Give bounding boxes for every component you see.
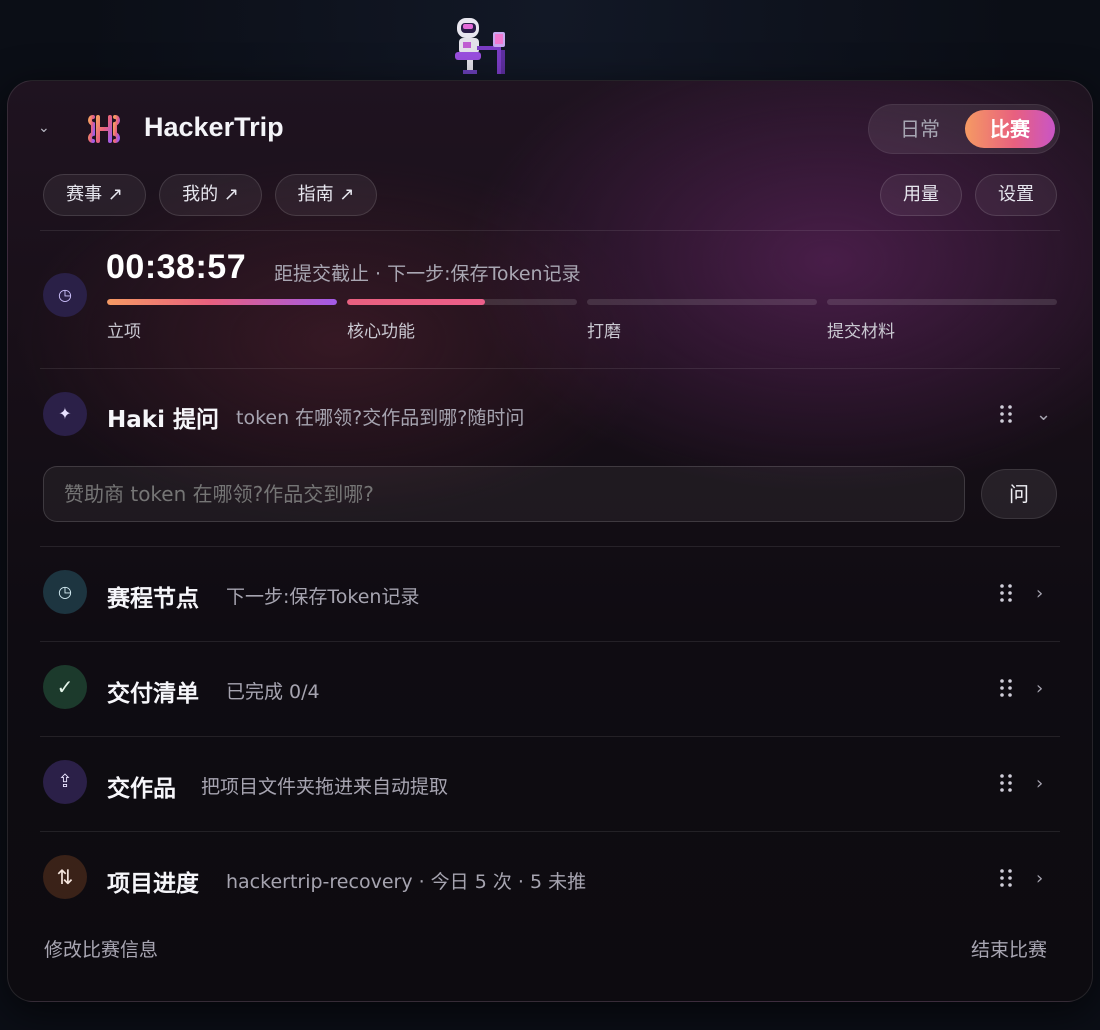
upload-icon: ⇪ (43, 760, 87, 804)
drag-handle-icon[interactable] (998, 678, 1014, 698)
chevron-right-icon[interactable]: › (1036, 868, 1043, 889)
haki-question-input[interactable] (43, 466, 965, 522)
sparkle-icon: ✦ (43, 392, 87, 436)
end-contest-link[interactable]: 结束比赛 (971, 935, 1047, 962)
row-title[interactable]: 项目进度 (107, 864, 199, 898)
haki-subtitle: token 在哪领?交作品到哪?随时问 (236, 407, 525, 429)
stage-progress-bar (587, 299, 817, 305)
edit-contest-link[interactable]: 修改比赛信息 (44, 935, 158, 962)
settings-button[interactable]: 设置 (975, 174, 1057, 216)
drag-handle-icon[interactable] (998, 583, 1014, 603)
clock-icon: ◷ (43, 273, 87, 317)
nav-guide-link[interactable]: 指南 ↗ (275, 174, 377, 216)
chevron-right-icon[interactable]: › (1036, 583, 1043, 604)
drag-handle-icon[interactable] (998, 773, 1014, 793)
sync-arrows-icon: ⇅ (43, 855, 87, 899)
stage-label: 打磨 (587, 322, 621, 342)
chevron-down-icon[interactable]: ⌄ (1036, 404, 1051, 425)
stage-progress-bar (347, 299, 577, 305)
usage-button[interactable]: 用量 (880, 174, 962, 216)
nav-events-link[interactable]: 赛事 ↗ (43, 174, 146, 216)
row-title[interactable]: 交作品 (107, 769, 176, 803)
hackertrip-logo (88, 115, 120, 143)
drag-handle-icon[interactable] (998, 404, 1014, 424)
chevron-right-icon[interactable]: › (1036, 678, 1043, 699)
divider (40, 736, 1060, 737)
divider (40, 230, 1060, 231)
stage-label: 提交材料 (827, 322, 895, 342)
row-title[interactable]: 赛程节点 (107, 579, 199, 613)
row-subtitle: 下一步:保存Token记录 (226, 586, 420, 608)
astronaut-mascot-icon (455, 18, 505, 74)
divider (40, 831, 1060, 832)
row-subtitle: hackertrip-recovery · 今日 5 次 · 5 未推 (226, 871, 587, 893)
nav-mine-link[interactable]: 我的 ↗ (159, 174, 262, 216)
chevron-right-icon[interactable]: › (1036, 773, 1043, 794)
row-subtitle: 把项目文件夹拖进来自动提取 (201, 776, 449, 798)
stage-label: 核心功能 (347, 322, 415, 342)
app-title: HackerTrip (144, 112, 284, 142)
row-title[interactable]: 交付清单 (107, 674, 199, 708)
stage-progress-bar (827, 299, 1057, 305)
stage-label: 立项 (107, 322, 141, 342)
stage-progress-bar (107, 299, 337, 305)
divider (40, 368, 1060, 369)
row-subtitle: 已完成 0/4 (226, 681, 320, 703)
ask-button[interactable]: 问 (981, 469, 1057, 519)
haki-title: Haki 提问 (107, 407, 219, 433)
timer-subtitle: 距提交截止 · 下一步:保存Token记录 (274, 263, 581, 285)
collapse-chevron-icon[interactable]: ⌄ (38, 120, 54, 136)
check-icon: ✓ (43, 665, 87, 709)
clock-icon: ◷ (43, 570, 87, 614)
mode-contest-tab[interactable]: 比赛 (965, 110, 1055, 148)
drag-handle-icon[interactable] (998, 868, 1014, 888)
divider (40, 641, 1060, 642)
divider (40, 546, 1060, 547)
countdown-timer: 00:38:57 (106, 248, 247, 286)
mode-daily-tab[interactable]: 日常 (880, 110, 960, 148)
